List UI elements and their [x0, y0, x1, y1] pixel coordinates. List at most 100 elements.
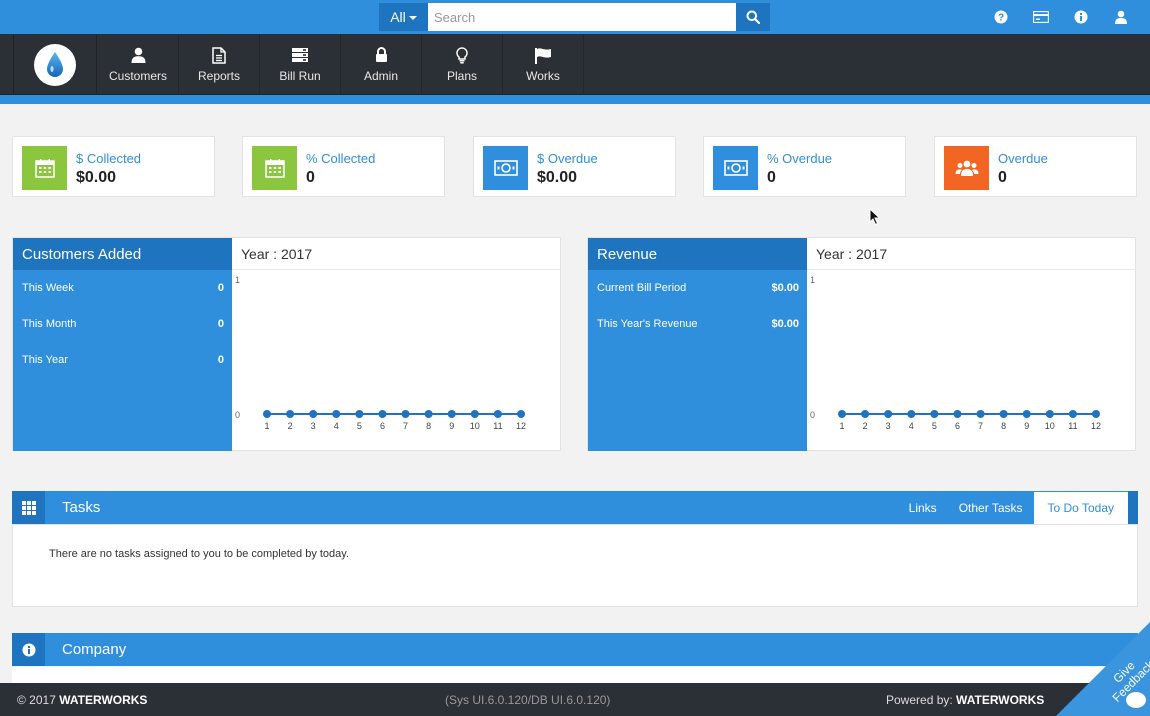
x-tick-label: 6	[380, 421, 385, 431]
info-button[interactable]	[1072, 8, 1090, 26]
search-scope-dropdown[interactable]: All	[379, 3, 428, 31]
card-icon	[1033, 11, 1049, 23]
stat-card-dollar-collected[interactable]: $ Collected $0.00	[12, 136, 215, 197]
calendar-icon	[265, 158, 285, 178]
customers-line-chart: 01123456789101112	[232, 271, 561, 441]
company-toggle[interactable]	[12, 633, 45, 666]
stat-icon-box	[22, 146, 67, 190]
nav-item-bill-run[interactable]: Bill Run	[260, 34, 341, 95]
nav-item-reports[interactable]: Reports	[179, 34, 260, 95]
question-icon: ?	[994, 10, 1008, 24]
stat-card-percent-overdue[interactable]: % Overdue 0	[703, 136, 906, 197]
chat-bubble-icon	[1126, 692, 1146, 708]
tasks-body: There are no tasks assigned to you to be…	[12, 524, 1138, 607]
flag-icon	[534, 47, 552, 64]
x-tick-label: 8	[426, 421, 431, 431]
main-nav: Customers Reports Bill Run Admin Plans W…	[0, 34, 1150, 95]
tab-to-do-today[interactable]: To Do Today	[1034, 492, 1129, 524]
powered-by-brand: WATERWORKS	[956, 693, 1044, 707]
stat-icon-box	[713, 146, 758, 190]
x-tick-label: 8	[1001, 421, 1006, 431]
nav-item-customers[interactable]: Customers	[98, 34, 179, 95]
nav-item-label: Admin	[364, 69, 398, 83]
tab-links[interactable]: Links	[898, 491, 948, 524]
account-button[interactable]	[1112, 8, 1130, 26]
nav-item-admin[interactable]: Admin	[341, 34, 422, 95]
water-drop-icon	[45, 51, 65, 79]
data-point	[378, 410, 386, 418]
data-point	[471, 410, 479, 418]
logo	[34, 44, 76, 86]
stat-label: $ Overdue	[537, 151, 598, 166]
nav-item-label: Plans	[447, 69, 477, 83]
data-point	[1000, 410, 1008, 418]
x-tick-label: 2	[863, 421, 868, 431]
stat-icon-box	[252, 146, 297, 190]
data-point	[1046, 410, 1054, 418]
calendar-icon	[35, 158, 55, 178]
x-tick-label: 10	[1045, 421, 1055, 431]
summary-value: 0	[218, 282, 224, 294]
tasks-empty-message: There are no tasks assigned to you to be…	[49, 548, 349, 560]
tab-other-tasks[interactable]: Other Tasks	[948, 491, 1034, 524]
x-tick-label: 6	[955, 421, 960, 431]
x-tick-label: 7	[403, 421, 408, 431]
stat-card-percent-collected[interactable]: % Collected 0	[242, 136, 445, 197]
user-icon	[1114, 10, 1128, 24]
server-icon	[291, 47, 309, 63]
stat-label: % Overdue	[767, 151, 832, 166]
footer-version: (Sys UI.6.0.120/DB UI.6.0.120)	[445, 693, 610, 707]
search-input[interactable]	[428, 3, 736, 31]
give-feedback-button[interactable]: Give Feedback	[1056, 622, 1150, 716]
summary-value: 0	[218, 318, 224, 330]
info-icon	[1074, 10, 1088, 24]
mouse-cursor-icon	[869, 208, 881, 226]
data-point	[1069, 410, 1077, 418]
data-point	[930, 410, 938, 418]
chart-year-label: Year : 2017	[807, 238, 1135, 270]
summary-row: This Year's Revenue $0.00	[597, 318, 799, 330]
nav-item-works[interactable]: Works	[503, 34, 584, 95]
nav-items: Customers Reports Bill Run Admin Plans W…	[98, 34, 584, 95]
grid-icon	[22, 501, 36, 515]
search-icon	[746, 10, 760, 24]
x-tick-label: 3	[311, 421, 316, 431]
svg-text:?: ?	[998, 13, 1004, 24]
panel-title: Revenue	[588, 238, 807, 270]
logo-link[interactable]	[13, 34, 97, 95]
x-tick-label: 1	[839, 421, 844, 431]
data-point	[861, 410, 869, 418]
summary-row: This Month 0	[22, 318, 224, 330]
stat-card-overdue[interactable]: Overdue 0	[934, 136, 1137, 197]
company-body	[12, 667, 1138, 683]
help-button[interactable]: ?	[992, 8, 1010, 26]
lightbulb-icon	[456, 47, 468, 64]
stat-card-dollar-overdue[interactable]: $ Overdue $0.00	[473, 136, 676, 197]
x-tick-label: 4	[334, 421, 339, 431]
nav-item-label: Reports	[198, 69, 240, 83]
data-point	[402, 410, 410, 418]
search-button[interactable]	[736, 3, 770, 31]
tasks-tabs: Links Other Tasks To Do Today	[898, 491, 1138, 524]
data-point	[309, 410, 317, 418]
stat-label: % Collected	[306, 151, 375, 166]
data-point	[448, 410, 456, 418]
data-point	[907, 410, 915, 418]
billing-button[interactable]	[1032, 8, 1050, 26]
data-point	[884, 410, 892, 418]
x-tick-label: 10	[470, 421, 480, 431]
x-tick-label: 1	[264, 421, 269, 431]
tasks-toggle[interactable]	[12, 491, 45, 524]
x-tick-label: 7	[978, 421, 983, 431]
summary-value: 0	[218, 354, 224, 366]
summary-value: $0.00	[771, 282, 799, 294]
tab-end-cap	[1128, 491, 1138, 524]
revenue-summary: Revenue Current Bill Period $0.00 This Y…	[588, 238, 807, 451]
summary-label: This Month	[22, 318, 76, 330]
x-tick-label: 12	[1091, 421, 1101, 431]
copyright-brand: WATERWORKS	[59, 693, 147, 707]
nav-item-plans[interactable]: Plans	[422, 34, 503, 95]
nav-accent-strip	[0, 95, 1150, 104]
summary-label: This Year	[22, 354, 68, 366]
tasks-header: Tasks Links Other Tasks To Do Today	[12, 491, 1138, 524]
